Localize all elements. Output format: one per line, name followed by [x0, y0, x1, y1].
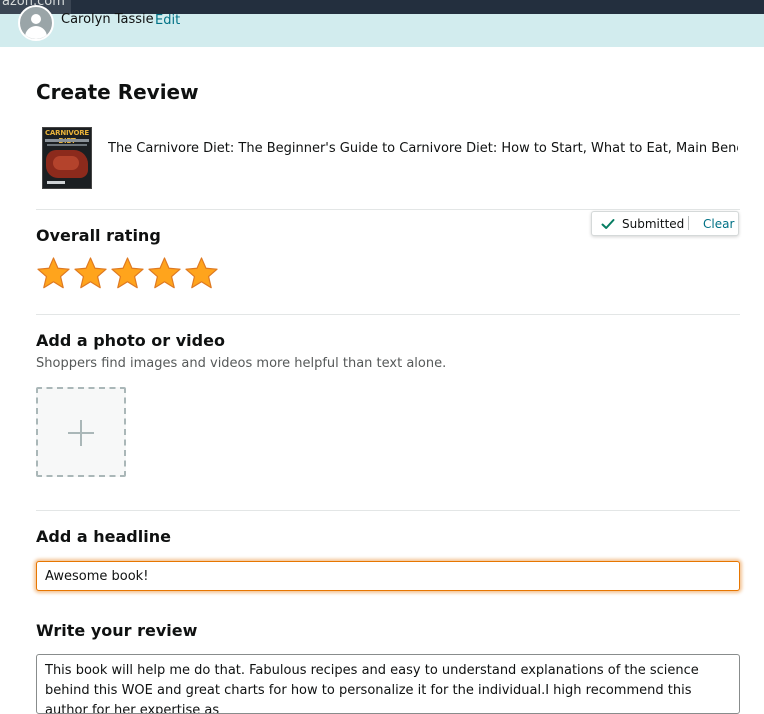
review-textarea[interactable]: This book will help me do that. Fabulous… [36, 654, 740, 714]
star-icon-1[interactable] [36, 256, 71, 291]
clear-rating-link[interactable]: Clear [703, 217, 734, 231]
overall-rating-heading: Overall rating [36, 226, 161, 245]
star-icon-2[interactable] [73, 256, 108, 291]
rating-status-box: Submitted Clear [591, 211, 739, 236]
user-bar: Carolyn Tassie Edit [0, 5, 764, 47]
add-media-button[interactable] [36, 387, 126, 477]
page-title: Create Review [36, 80, 199, 104]
user-name: Carolyn Tassie [61, 12, 154, 27]
star-icon-5[interactable] [184, 256, 219, 291]
separator [688, 216, 689, 230]
add-photo-subtext: Shoppers find images and videos more hel… [36, 356, 447, 371]
cover-title-text: CARNIVORE DIET [44, 129, 90, 145]
checkmark-icon [601, 219, 615, 229]
write-review-heading: Write your review [36, 621, 198, 640]
star-icon-3[interactable] [110, 256, 145, 291]
product-row: CARNIVORE DIET The Carnivore Diet: The B… [42, 127, 742, 189]
plus-icon-vertical [80, 420, 82, 446]
edit-profile-link[interactable]: Edit [155, 13, 180, 28]
submitted-status: Submitted [622, 217, 685, 231]
headline-input[interactable] [36, 561, 740, 591]
divider [36, 209, 740, 210]
star-icon-4[interactable] [147, 256, 182, 291]
avatar-icon [18, 5, 54, 41]
divider [36, 510, 740, 511]
product-cover-image: CARNIVORE DIET [42, 127, 92, 189]
add-photo-heading: Add a photo or video [36, 331, 225, 350]
divider [36, 314, 740, 315]
add-headline-heading: Add a headline [36, 527, 171, 546]
product-title: The Carnivore Diet: The Beginner's Guide… [108, 141, 738, 156]
